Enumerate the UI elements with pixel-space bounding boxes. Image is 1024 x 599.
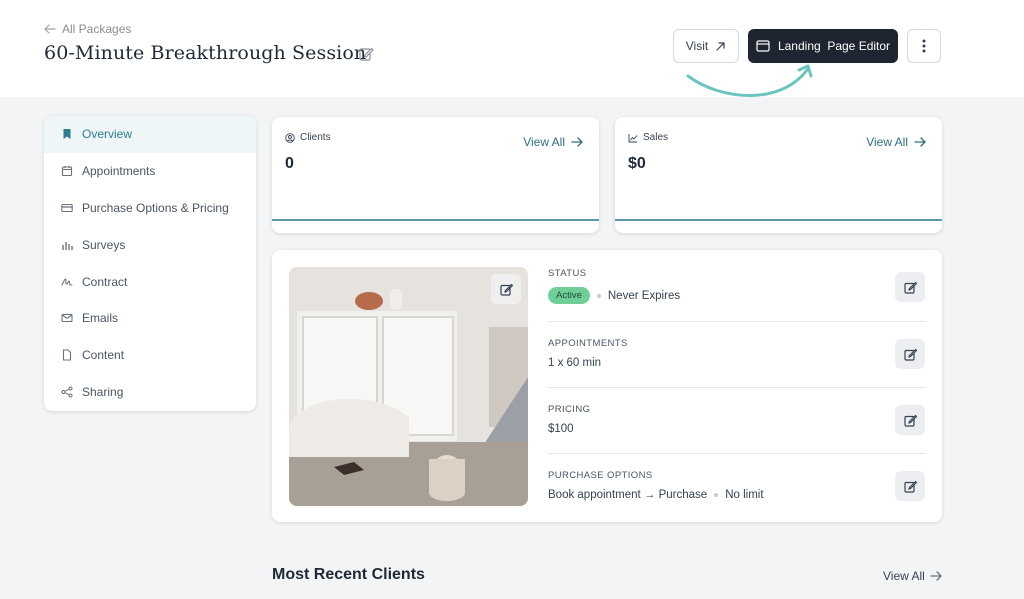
more-vertical-icon bbox=[922, 39, 926, 53]
sidebar-item-contract[interactable]: Contract bbox=[44, 263, 256, 300]
purchase-options-section: PURCHASE OPTIONS Book appointment → Purc… bbox=[548, 470, 926, 501]
sales-stat-card: Sales $0 View All bbox=[615, 117, 942, 233]
purchase-limit-text: No limit bbox=[725, 489, 764, 501]
browser-window-icon bbox=[756, 40, 770, 52]
sidebar-item-label: Emails bbox=[82, 311, 119, 326]
clients-stat-value: 0 bbox=[285, 155, 294, 172]
appointments-section: APPOINTMENTS 1 x 60 min bbox=[548, 338, 926, 369]
status-badge: Active bbox=[548, 287, 590, 304]
separator-dot bbox=[596, 293, 601, 298]
purchase-flow-text: Book appointment → Purchase bbox=[548, 489, 708, 501]
recent-clients-heading: Most Recent Clients bbox=[272, 566, 425, 583]
edit-purchase-options-button[interactable] bbox=[895, 471, 925, 501]
divider bbox=[548, 453, 926, 454]
edit-title-icon[interactable] bbox=[358, 46, 374, 62]
sidebar-item-label: Purchase Options & Pricing bbox=[82, 200, 229, 215]
recent-clients-view-all-link[interactable]: View All bbox=[883, 569, 942, 583]
clients-view-all-link[interactable]: View All bbox=[523, 135, 583, 149]
page-header: All Packages 60-Minute Breakthrough Sess… bbox=[0, 0, 1024, 97]
sales-view-all-link[interactable]: View All bbox=[866, 135, 926, 149]
status-value: Active Never Expires bbox=[548, 287, 926, 304]
sidebar-nav: Overview Appointments Purchase Options &… bbox=[44, 116, 256, 411]
back-link[interactable]: All Packages bbox=[44, 22, 131, 36]
arrow-right-icon bbox=[914, 137, 926, 147]
arrow-right-icon bbox=[571, 137, 583, 147]
pricing-label: PRICING bbox=[548, 404, 591, 415]
line-chart-icon bbox=[628, 133, 638, 142]
page-title: 60-Minute Breakthrough Session bbox=[44, 42, 367, 64]
sidebar-item-emails[interactable]: Emails bbox=[44, 300, 256, 337]
divider bbox=[548, 387, 926, 388]
status-section: STATUS Active Never Expires bbox=[548, 268, 926, 304]
arrow-left-icon bbox=[44, 24, 56, 34]
sidebar-item-label: Contract bbox=[82, 274, 128, 289]
external-arrow-icon bbox=[716, 41, 725, 51]
appointments-value: 1 x 60 min bbox=[548, 357, 602, 369]
bar-chart-icon bbox=[62, 241, 73, 250]
edit-icon bbox=[903, 281, 917, 294]
file-icon bbox=[62, 349, 72, 361]
sidebar-item-purchase-options[interactable]: Purchase Options & Pricing bbox=[44, 190, 256, 227]
sales-view-all-label: View All bbox=[866, 135, 908, 149]
edit-status-button[interactable] bbox=[895, 272, 925, 302]
visit-button-label: Visit bbox=[685, 39, 709, 53]
annotation-arrow-icon bbox=[686, 64, 813, 97]
credit-card-icon bbox=[61, 203, 73, 213]
sidebar-item-appointments[interactable]: Appointments bbox=[44, 153, 256, 190]
edit-icon bbox=[499, 283, 513, 296]
user-circle-icon bbox=[285, 132, 295, 143]
pricing-section: PRICING $100 bbox=[548, 404, 926, 435]
edit-pricing-button[interactable] bbox=[895, 405, 925, 435]
status-label: STATUS bbox=[548, 268, 587, 279]
sales-stat-value: $0 bbox=[628, 155, 646, 172]
sidebar-item-sharing[interactable]: Sharing bbox=[44, 374, 256, 411]
bookmark-icon bbox=[63, 129, 71, 140]
back-link-label: All Packages bbox=[62, 22, 132, 36]
purchase-options-label: PURCHASE OPTIONS bbox=[548, 470, 653, 481]
sidebar-item-content[interactable]: Content bbox=[44, 337, 256, 374]
edit-image-button[interactable] bbox=[491, 274, 521, 304]
clients-stat-underline bbox=[272, 219, 599, 221]
clients-stat-card: Clients 0 View All bbox=[272, 117, 599, 233]
sidebar-item-label: Appointments bbox=[82, 164, 156, 179]
package-details-card: STATUS Active Never Expires APPOINTMENTS… bbox=[272, 250, 942, 522]
recent-view-all-label: View All bbox=[883, 569, 925, 583]
clients-stat-header: Clients bbox=[285, 132, 331, 143]
arrow-right-icon bbox=[930, 571, 942, 581]
appointments-label: APPOINTMENTS bbox=[548, 338, 628, 349]
edit-icon bbox=[903, 414, 917, 427]
pricing-value: $100 bbox=[548, 423, 574, 435]
expiry-text: Never Expires bbox=[607, 289, 681, 302]
clients-stat-label: Clients bbox=[300, 132, 331, 143]
clients-view-all-label: View All bbox=[523, 135, 565, 149]
sales-stat-header: Sales bbox=[628, 132, 668, 143]
edit-icon bbox=[903, 348, 917, 361]
sidebar-item-surveys[interactable]: Surveys bbox=[44, 226, 256, 263]
calendar-icon bbox=[61, 166, 73, 177]
landing-page-editor-label: Landing Page Editor bbox=[777, 39, 891, 53]
separator-dot bbox=[714, 493, 719, 497]
mail-icon bbox=[61, 314, 73, 323]
sidebar-item-label: Sharing bbox=[82, 384, 124, 399]
more-options-button[interactable] bbox=[907, 29, 941, 63]
edit-appointments-button[interactable] bbox=[895, 339, 925, 369]
sidebar-item-label: Overview bbox=[82, 127, 133, 142]
edit-icon bbox=[903, 480, 917, 493]
sales-stat-label: Sales bbox=[643, 132, 669, 143]
purchase-options-value: Book appointment → Purchase No limit bbox=[548, 489, 926, 501]
divider bbox=[548, 321, 926, 322]
sales-stat-underline bbox=[615, 219, 942, 221]
sidebar-item-label: Surveys bbox=[82, 237, 126, 252]
share-icon bbox=[61, 386, 73, 398]
sidebar-item-overview[interactable]: Overview bbox=[44, 116, 256, 153]
sidebar-item-label: Content bbox=[82, 348, 125, 363]
signature-icon bbox=[61, 278, 73, 286]
